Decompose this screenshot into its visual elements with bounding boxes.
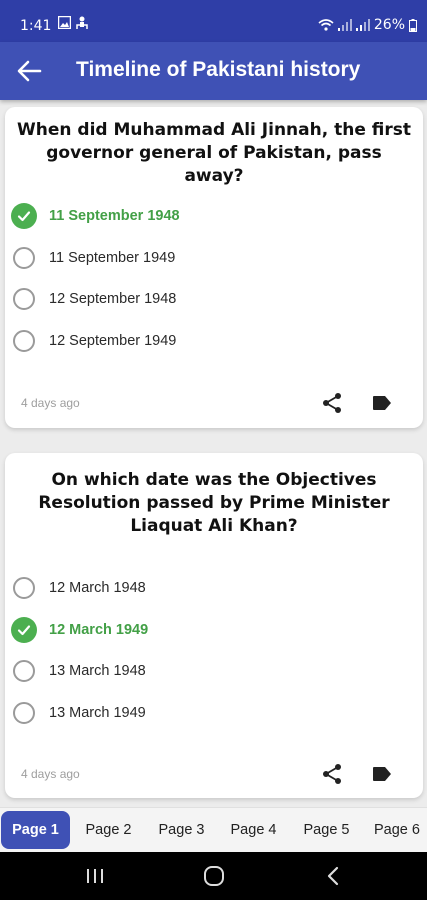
check-circle-icon (11, 617, 37, 643)
page-tab-1[interactable]: Page 1 (1, 811, 70, 849)
download-icon (76, 16, 88, 29)
arrow-back-icon[interactable] (16, 59, 42, 83)
option-item[interactable]: 13 March 1949 (13, 699, 146, 727)
label-icon[interactable] (371, 763, 393, 785)
timestamp: 4 days ago (21, 396, 80, 410)
battery-percent: 26% (373, 17, 405, 33)
option-label: 12 September 1948 (49, 291, 177, 307)
signal-icon (337, 19, 352, 31)
option-item[interactable]: 12 March 1948 (13, 574, 146, 602)
option-item[interactable]: 11 September 1948 (11, 202, 180, 230)
question-text: When did Muhammad Ali Jinnah, the first … (17, 120, 412, 186)
signal-icon (355, 19, 370, 31)
nav-back-icon[interactable] (322, 864, 346, 888)
radio-unchecked-icon (13, 660, 35, 682)
home-icon[interactable] (202, 864, 226, 888)
radio-unchecked-icon (13, 577, 35, 599)
question-card: When did Muhammad Ali Jinnah, the first … (5, 107, 423, 428)
option-item[interactable]: 11 September 1949 (13, 244, 175, 272)
option-item[interactable]: 12 September 1949 (13, 327, 176, 355)
radio-unchecked-icon (13, 288, 35, 310)
question-text: On which date was the Objectives Resolut… (38, 470, 390, 536)
share-icon[interactable] (321, 392, 343, 414)
check-circle-icon (11, 203, 37, 229)
option-label: 11 September 1948 (49, 208, 180, 224)
radio-unchecked-icon (13, 330, 35, 352)
option-item[interactable]: 13 March 1948 (13, 657, 146, 685)
radio-unchecked-icon (13, 702, 35, 724)
share-icon[interactable] (321, 763, 343, 785)
question-list[interactable]: When did Muhammad Ali Jinnah, the first … (0, 100, 427, 807)
app-bar: Timeline of Pakistani history (0, 42, 427, 100)
recent-apps-icon[interactable] (83, 864, 107, 888)
wifi-icon (318, 19, 334, 31)
image-icon (58, 16, 71, 29)
option-label: 12 September 1949 (49, 333, 177, 349)
page-tab-2[interactable]: Page 2 (74, 811, 143, 849)
page-tab-4[interactable]: Page 4 (219, 811, 288, 849)
page-tab-5[interactable]: Page 5 (292, 811, 361, 849)
option-item[interactable]: 12 March 1949 (11, 616, 149, 644)
question-card: On which date was the Objectives Resolut… (5, 453, 423, 798)
option-label: 13 March 1948 (49, 663, 146, 679)
label-icon[interactable] (371, 392, 393, 414)
battery-icon (409, 18, 417, 32)
page-tab-6[interactable]: Page 6 (365, 811, 427, 849)
radio-unchecked-icon (13, 247, 35, 269)
status-bar: 1:41 26% (0, 0, 427, 42)
pagination-bar: Page 1 Page 2 Page 3 Page 4 Page 5 Page … (0, 807, 427, 852)
option-label: 11 September 1949 (49, 250, 176, 266)
timestamp: 4 days ago (21, 767, 80, 781)
system-nav-bar (0, 852, 427, 900)
status-time: 1:41 (20, 18, 52, 34)
option-label: 12 March 1948 (49, 580, 146, 596)
option-item[interactable]: 12 September 1948 (13, 285, 176, 313)
option-label: 13 March 1949 (49, 705, 146, 721)
page-title: Timeline of Pakistani history (76, 58, 361, 81)
page-tab-3[interactable]: Page 3 (147, 811, 216, 849)
option-label: 12 March 1949 (49, 622, 149, 638)
